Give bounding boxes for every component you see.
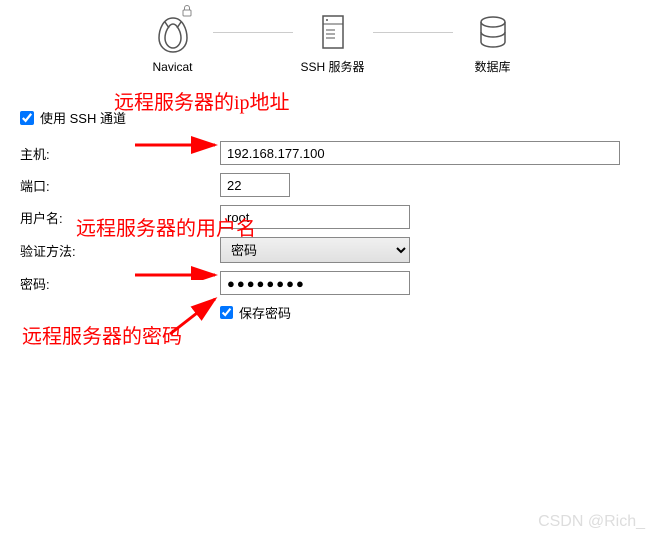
ssh-step: SSH 服务器: [293, 10, 373, 75]
annotation-ip: 远程服务器的ip地址: [114, 86, 290, 115]
password-row: 密码:: [20, 271, 640, 295]
arrow-icon: [130, 250, 230, 280]
lock-icon: [180, 4, 194, 21]
connector-line: [213, 32, 293, 33]
host-row: 主机:: [20, 141, 640, 165]
navicat-label: Navicat: [152, 60, 192, 74]
use-ssh-row: 使用 SSH 通道: [20, 108, 640, 127]
watermark: CSDN @Rich_: [538, 513, 645, 531]
annotation-pass: 远程服务器的密码: [22, 320, 182, 349]
use-ssh-checkbox[interactable]: [20, 111, 34, 125]
connector-line: [373, 32, 453, 33]
database-label: 数据库: [474, 58, 510, 75]
arrow-icon: [165, 294, 225, 344]
save-password-label: 保存密码: [239, 303, 291, 322]
database-icon: [471, 10, 515, 54]
port-input[interactable]: [220, 173, 290, 197]
host-input[interactable]: [220, 141, 620, 165]
save-password-row: 保存密码: [220, 303, 640, 322]
connection-diagram: Navicat SSH 服务器 数据库: [0, 0, 665, 75]
ssh-label: SSH 服务器: [300, 58, 364, 75]
annotation-user: 远程服务器的用户名: [76, 212, 256, 241]
navicat-step: Navicat: [133, 12, 213, 74]
port-row: 端口:: [20, 173, 640, 197]
port-label: 端口:: [20, 176, 220, 195]
arrow-icon: [130, 130, 230, 160]
password-input[interactable]: [220, 271, 410, 295]
server-icon: [311, 10, 355, 54]
database-step: 数据库: [453, 10, 533, 75]
